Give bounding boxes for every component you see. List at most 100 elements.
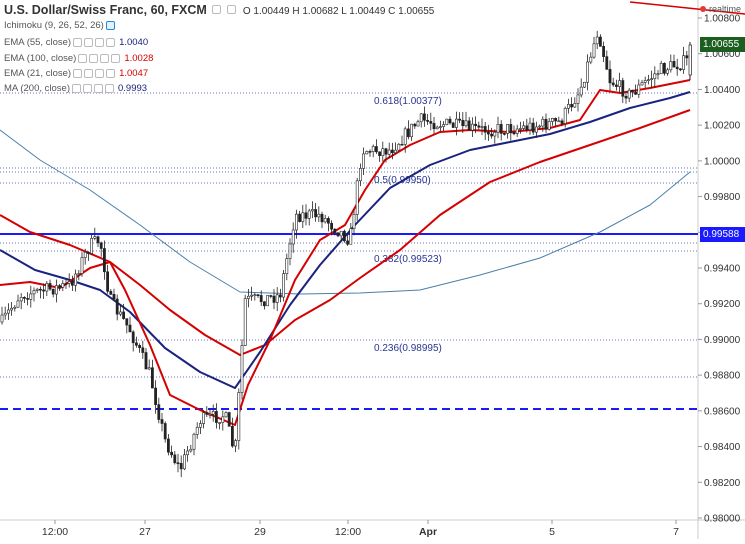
candle-body	[10, 307, 14, 311]
settings-icon[interactable]	[89, 54, 99, 63]
symbol-title[interactable]: U.S. Dollar/Swiss Franc, 60, FXCM	[4, 3, 207, 17]
eye-icon[interactable]	[72, 84, 81, 93]
candle-body	[125, 318, 129, 326]
candle-body	[557, 120, 561, 123]
candle-body	[7, 309, 10, 314]
eye-icon[interactable]	[105, 21, 115, 30]
candle-body	[22, 297, 26, 299]
close-icon[interactable]	[100, 54, 110, 63]
more-icon[interactable]	[106, 69, 116, 78]
price-tick-label: 0.98800	[704, 371, 741, 382]
candle-body	[135, 342, 138, 346]
more-icon[interactable]	[111, 54, 121, 63]
candle-body	[438, 126, 442, 128]
candle-body	[662, 63, 666, 74]
candle-body	[247, 295, 250, 299]
eye-icon[interactable]	[226, 5, 236, 14]
candle-body	[400, 143, 404, 146]
candle-body	[499, 124, 503, 134]
candle-body	[486, 131, 490, 135]
indicator-value: 1.0028	[124, 53, 154, 64]
candle-body	[397, 143, 401, 151]
candle-body	[269, 295, 273, 297]
candle-body	[394, 149, 398, 154]
indicator-ma200[interactable]: MA (200, close) 0.9993	[4, 83, 147, 94]
candle-body	[285, 258, 289, 274]
close-icon[interactable]	[95, 69, 105, 78]
settings-icon[interactable]	[84, 38, 94, 47]
candle-body	[454, 118, 458, 128]
more-icon[interactable]	[106, 38, 116, 47]
candle-body	[199, 423, 202, 428]
candle-body	[355, 180, 359, 215]
candle-body	[131, 331, 135, 344]
candle-body	[522, 125, 526, 129]
candle-body	[451, 122, 455, 128]
candle-body	[208, 414, 212, 416]
candle-body	[470, 123, 474, 131]
candle-body	[54, 285, 58, 295]
candle-body	[426, 119, 430, 122]
chart-stage[interactable]: 1.00800 1.00600 1.00400 1.00200 1.00000 0.998…	[0, 0, 745, 539]
indicator-ema21[interactable]: EMA (21, close) 1.0047	[4, 68, 148, 79]
candle-body	[0, 314, 4, 323]
candle-body	[310, 209, 314, 212]
candle-body	[211, 411, 215, 415]
close-icon[interactable]	[94, 84, 103, 93]
candle-body	[678, 68, 682, 71]
time-tick-label: Apr	[419, 526, 437, 538]
price-tick-label: 1.00200	[704, 121, 741, 132]
candle-body	[352, 214, 356, 229]
candle-body	[666, 69, 670, 74]
candle-body	[589, 56, 593, 63]
more-icon[interactable]	[105, 84, 114, 93]
candle-body	[675, 66, 679, 70]
candle-body	[384, 148, 388, 155]
candle-body	[176, 462, 180, 465]
candle-body	[259, 295, 263, 303]
candle-body	[266, 295, 270, 307]
eye-icon[interactable]	[78, 54, 88, 63]
candle-body	[294, 213, 298, 231]
settings-icon[interactable]	[83, 84, 92, 93]
eye-icon[interactable]	[73, 38, 83, 47]
candle-body	[87, 251, 90, 254]
price-chart[interactable]: 1.008001.006001.004001.002001.000000.998…	[0, 0, 745, 539]
candle-body	[227, 412, 231, 427]
settings-icon[interactable]	[212, 5, 222, 14]
candle-body	[256, 294, 260, 297]
candle-body	[234, 440, 238, 447]
candle-body	[579, 86, 583, 96]
candle-body	[58, 285, 62, 288]
candle-body	[368, 151, 372, 153]
realtime-indicator: realtime	[699, 4, 741, 14]
candle-body	[304, 212, 308, 219]
candle-body	[42, 289, 46, 292]
candle-body	[288, 243, 292, 259]
close-icon[interactable]	[95, 38, 105, 47]
price-tick-label: 0.98200	[704, 478, 741, 489]
chart-header: U.S. Dollar/Swiss Franc, 60, FXCM O 1.00…	[4, 3, 434, 17]
candle-body	[467, 120, 471, 131]
indicator-ichimoku[interactable]: Ichimoku (9, 26, 52, 26)	[4, 20, 115, 31]
time-tick-label: 12:00	[335, 526, 361, 538]
eye-icon[interactable]	[73, 69, 83, 78]
indicator-ema100[interactable]: EMA (100, close) 1.0028	[4, 53, 153, 64]
indicator-label: EMA (21, close)	[4, 68, 72, 79]
settings-icon[interactable]	[84, 69, 94, 78]
candle-body	[483, 126, 487, 133]
indicator-ema55[interactable]: EMA (55, close) 1.0040	[4, 37, 148, 48]
candle-body	[3, 312, 7, 316]
candle-body	[326, 218, 330, 224]
candle-body	[96, 236, 100, 244]
candle-body	[71, 281, 74, 286]
candle-body	[291, 229, 295, 245]
candle-body	[490, 133, 494, 137]
candle-body	[582, 81, 586, 88]
indicator-label: EMA (55, close)	[4, 37, 72, 48]
candle-body	[218, 422, 222, 424]
candle-body	[611, 82, 615, 86]
time-tick-label: 29	[254, 526, 266, 538]
candle-body	[362, 153, 366, 169]
price-tick-label: 1.00000	[704, 156, 741, 167]
